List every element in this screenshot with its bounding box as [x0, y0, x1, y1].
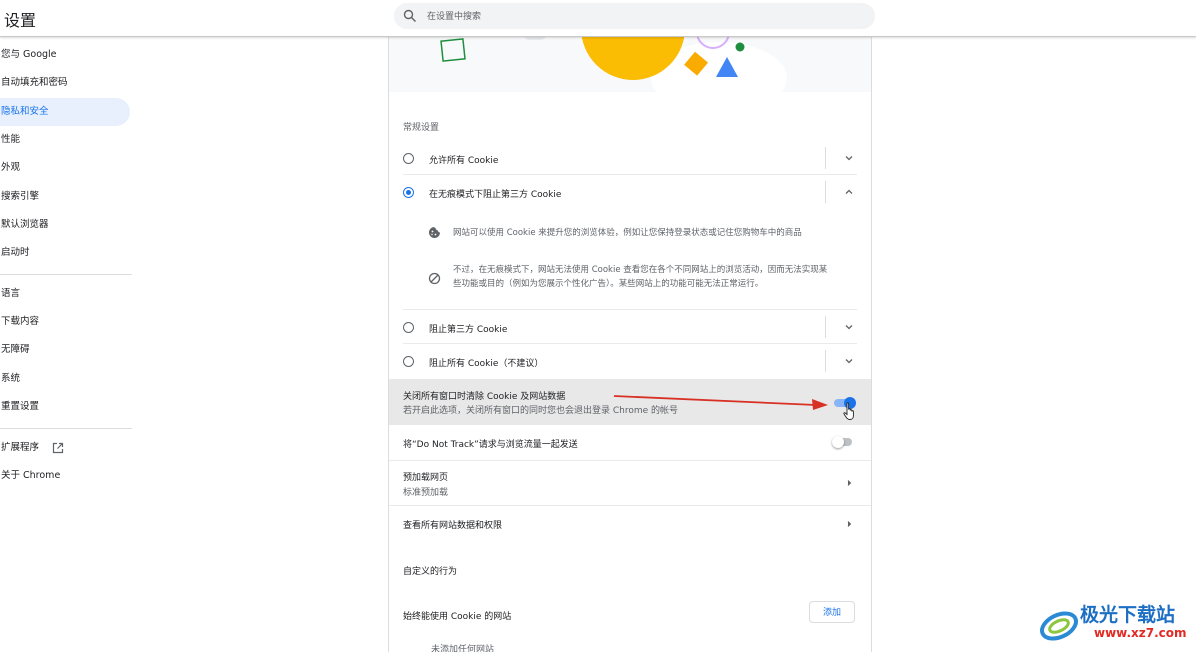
chevron-right-icon[interactable]: [844, 478, 854, 488]
sidebar-item-extensions[interactable]: 扩展程序: [0, 434, 130, 462]
divider: [825, 350, 826, 372]
watermark-logo-icon: [1040, 611, 1078, 641]
description-line: 些功能或目的（例如为您展示个性化广告）。某些网站上的功能可能无法正常运行。: [453, 279, 764, 289]
divider: [825, 147, 826, 169]
toggle-knob: [832, 436, 844, 448]
option-label: 允许所有 Cookie: [429, 156, 499, 166]
do-not-track-title: 将“Do Not Track”请求与浏览流量一起发送: [403, 440, 578, 450]
divider: [825, 181, 826, 203]
open-in-new-icon: [52, 442, 64, 453]
sidebar-item-accessibility[interactable]: 无障碍: [0, 336, 130, 364]
watermark-url: www.xz7.com: [1094, 626, 1187, 640]
page-title: 设置: [4, 11, 37, 30]
search-field[interactable]: 在设置中搜索: [394, 3, 875, 29]
sidebar-item-performance[interactable]: 性能: [0, 126, 130, 154]
privacy-settings-card: 常规设置 允许所有 Cookie 在无痕模式下阻止第三方 Cookie 网站可以…: [388, 36, 872, 652]
chevron-up-icon[interactable]: [844, 187, 854, 197]
row-divider: [389, 505, 871, 506]
general-settings-heading: 常规设置: [403, 123, 440, 133]
sidebar-item-downloads[interactable]: 下载内容: [0, 308, 130, 336]
hand-cursor-icon: [843, 402, 854, 420]
sidebar-item-about-chrome[interactable]: 关于 Chrome: [0, 462, 130, 490]
row-divider: [403, 309, 857, 310]
sidebar-divider: [0, 274, 132, 275]
clear-on-exit-row[interactable]: [389, 379, 871, 425]
divider: [825, 316, 826, 338]
search-icon: [403, 9, 416, 22]
sidebar-item-on-startup[interactable]: 启动时: [0, 239, 130, 267]
sidebar-item-default-browser[interactable]: 默认浏览器: [0, 211, 130, 239]
watermark: 极光下载站 www.xz7.com: [1038, 598, 1196, 648]
custom-behavior-heading: 自定义的行为: [403, 567, 458, 577]
row-divider: [403, 343, 857, 344]
incognito-description: 不过，在无痕模式下，网站无法使用 Cookie 查看您在各个不同网站上的浏览活动…: [453, 263, 863, 291]
option-label: 阻止第三方 Cookie: [429, 325, 508, 335]
sidebar-item-appearance[interactable]: 外观: [0, 154, 130, 182]
site-data-link[interactable]: 查看所有网站数据和权限: [403, 518, 502, 531]
sidebar-item-reset[interactable]: 重置设置: [0, 393, 130, 421]
cookie-description: 网站可以使用 Cookie 来提升您的浏览体验，例如让您保持登录状态或记住您购物…: [453, 228, 802, 238]
sidebar-divider: [0, 428, 132, 429]
sidebar-item-privacy[interactable]: 隐私和安全: [0, 98, 130, 126]
watermark-title: 极光下载站: [1080, 604, 1176, 626]
clear-on-exit-subtitle: 若开启此选项，关闭所有窗口的同时您也会退出登录 Chrome 的帐号: [403, 406, 679, 416]
chevron-down-icon[interactable]: [844, 356, 854, 366]
description-line: 不过，在无痕模式下，网站无法使用 Cookie 查看您在各个不同网站上的浏览活动…: [453, 265, 828, 275]
illustration-shapes: [440, 36, 787, 92]
row-divider: [389, 460, 871, 461]
row-divider: [403, 174, 857, 175]
cookie-icon: [429, 227, 440, 238]
block-icon: [428, 272, 441, 285]
sidebar-item-system[interactable]: 系统: [0, 365, 130, 393]
sidebar-item-languages[interactable]: 语言: [0, 280, 130, 308]
chevron-down-icon[interactable]: [844, 322, 854, 332]
always-allow-heading: 始终能使用 Cookie 的网站: [403, 612, 512, 622]
search-input[interactable]: 在设置中搜索: [427, 9, 481, 22]
radio-block-third-party-incognito[interactable]: [403, 187, 414, 198]
preload-subtitle: 标准预加载: [403, 488, 449, 498]
sidebar-item-you-and-google[interactable]: 您与 Google: [0, 41, 130, 69]
sidebar-item-search-engine[interactable]: 搜索引擎: [0, 183, 130, 211]
radio-allow-all[interactable]: [403, 153, 414, 164]
option-label: 在无痕模式下阻止第三方 Cookie: [429, 190, 562, 200]
preload-title[interactable]: 预加载网页: [403, 470, 448, 483]
clear-on-exit-title: 关闭所有窗口时清除 Cookie 及网站数据: [403, 392, 566, 402]
sidebar-item-label: 扩展程序: [1, 442, 40, 453]
radio-block-third-party[interactable]: [403, 322, 414, 333]
radio-block-all[interactable]: [403, 356, 414, 367]
no-sites-text: 未添加任何网站: [431, 645, 495, 652]
cookie-illustration: [389, 36, 871, 92]
do-not-track-toggle[interactable]: [832, 436, 854, 448]
chevron-down-icon[interactable]: [844, 153, 854, 163]
option-label: 阻止所有 Cookie（不建议）: [429, 359, 544, 369]
chevron-right-icon[interactable]: [844, 519, 854, 529]
sidebar-item-autofill[interactable]: 自动填充和密码: [0, 69, 130, 97]
add-site-button[interactable]: 添加: [809, 601, 855, 623]
top-bar: 设置 在设置中搜索: [0, 0, 1196, 37]
